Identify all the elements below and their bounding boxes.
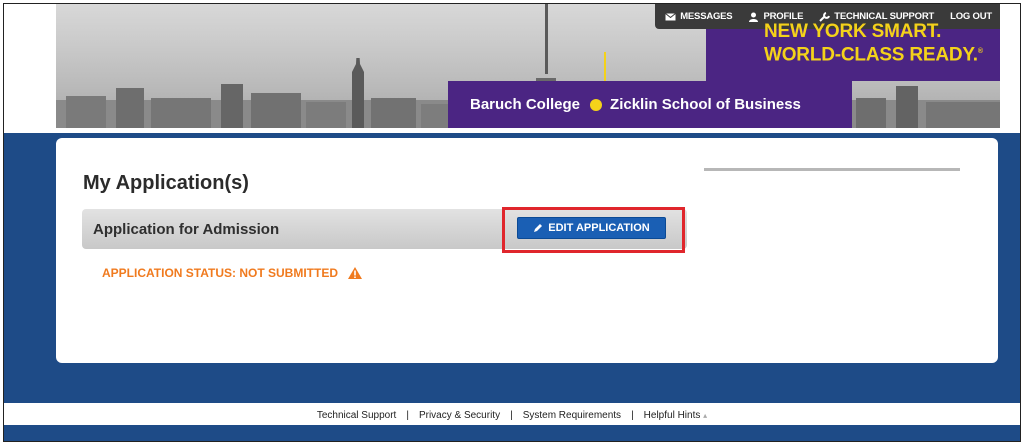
footer-helpful-hints-link[interactable]: Helpful Hints ▴ — [634, 410, 718, 421]
divider — [704, 168, 960, 171]
wrench-icon — [819, 11, 831, 22]
logout-label: LOG OUT — [950, 11, 992, 22]
slogan-line-1: NEW YORK SMART. — [764, 21, 942, 42]
slogan-panel: NEW YORK SMART. WORLD-CLASS READY.® — [706, 22, 1000, 81]
footer-technical-support-link[interactable]: Technical Support — [307, 410, 407, 421]
messages-label: MESSAGES — [680, 11, 733, 22]
footer-system-requirements-link[interactable]: System Requirements — [513, 410, 631, 421]
header-banner: MESSAGES PROFILE TECHNICAL SUPPORT LOG O… — [56, 4, 1000, 128]
college-name: Baruch College — [470, 96, 581, 113]
footer-privacy-link[interactable]: Privacy & Security — [409, 410, 510, 421]
messages-link[interactable]: MESSAGES — [665, 11, 733, 22]
school-name: Zicklin School of Business — [610, 96, 801, 113]
applications-panel: My Application(s) Application for Admiss… — [56, 138, 998, 363]
application-status: APPLICATION STATUS: NOT SUBMITTED — [102, 266, 362, 280]
logout-link[interactable]: LOG OUT — [950, 11, 992, 22]
footer-band — [4, 425, 1020, 441]
registered-mark: ® — [977, 48, 983, 55]
slogan-line-2: WORLD-CLASS READY.® — [764, 44, 983, 66]
footer-links: Technical Support | Privacy & Security |… — [4, 405, 1020, 425]
envelope-icon — [665, 12, 677, 20]
antenna-tower — [545, 4, 548, 74]
brand-bar: Baruch College Zicklin School of Busines… — [448, 81, 852, 128]
user-icon — [749, 12, 759, 22]
app-window: MESSAGES PROFILE TECHNICAL SUPPORT LOG O… — [3, 3, 1021, 442]
page-title: My Application(s) — [83, 172, 249, 194]
warning-icon — [348, 267, 362, 279]
caret-up-icon: ▴ — [703, 410, 708, 420]
highlight-box — [502, 207, 685, 253]
brand-dot-icon — [590, 98, 603, 111]
application-title: Application for Admission — [93, 221, 280, 238]
status-text: APPLICATION STATUS: NOT SUBMITTED — [102, 266, 338, 280]
